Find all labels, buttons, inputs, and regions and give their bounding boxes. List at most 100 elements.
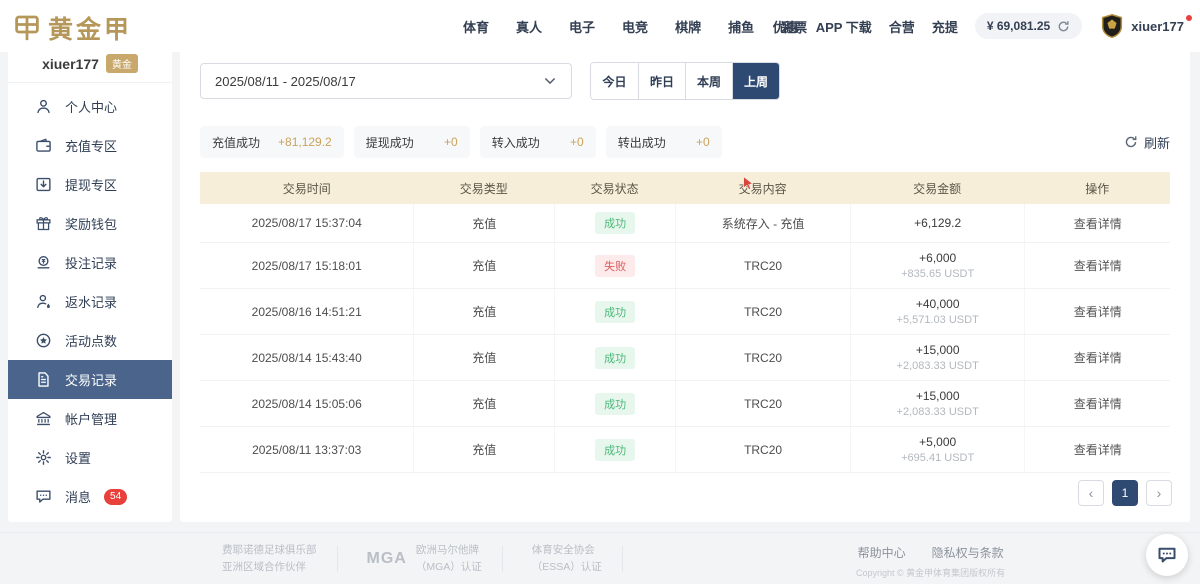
cell-status: 成功 [554,427,675,472]
cell-amount: +6,129.2 [850,204,1025,242]
header-link[interactable]: APP 下载 [816,17,872,36]
header-link[interactable]: 优惠 [773,17,799,36]
table-row: 2025/08/11 13:37:03 充值 成功 TRC20 +5,000 +… [200,427,1170,473]
sidebar-menu-item[interactable]: 设置 [8,438,172,477]
sidebar-menu-item[interactable]: 消息 54 [8,477,172,516]
sidebar-item-label: 活动点数 [65,331,117,350]
amount-main: +6,000 [919,251,956,265]
cell-time: 2025/08/17 15:37:04 [200,204,413,242]
nav-item[interactable]: 电子 [569,17,595,36]
cell-action: 查看详情 [1024,289,1170,334]
nav-item[interactable]: 捕鱼 [728,17,754,36]
sidebar-item-label: 返水记录 [65,292,117,311]
cell-time: 2025/08/11 13:37:03 [200,427,413,472]
view-details-link[interactable]: 查看详情 [1074,257,1122,274]
prev-page-button[interactable]: ‹ [1078,480,1104,506]
refresh-button[interactable]: 刷新 [1124,133,1170,152]
brand-logo[interactable]: 黄金甲 [12,10,132,46]
sidebar-menu-item[interactable]: 交易记录 [8,360,172,399]
balance-pill[interactable]: ¥ 69,081.25 [975,13,1082,39]
bank-icon [35,410,52,427]
view-details-link[interactable]: 查看详情 [1074,395,1122,412]
vip-level-badge: 黄金 [106,54,138,73]
summary-value: +0 [696,135,710,149]
nav-item[interactable]: 电竞 [622,17,648,36]
header-link[interactable]: 充提 [932,17,958,36]
partner-description: 体育安全协会 （ESSA）认证 [532,542,602,575]
points-icon [35,332,52,349]
cell-type: 充值 [413,204,554,242]
sidebar-menu-item[interactable]: 返水记录 [8,282,172,321]
amount-usdt: +695.41 USDT [901,452,974,464]
col-header-amount: 交易金额 [850,180,1025,197]
sidebar-item-label: 设置 [65,448,91,467]
next-page-button[interactable]: › [1146,480,1172,506]
sidebar-item-label: 提现专区 [65,175,117,194]
cell-status: 失败 [554,243,675,288]
cell-type: 充值 [413,427,554,472]
amount-usdt: +835.65 USDT [901,268,974,280]
current-page-button[interactable]: 1 [1112,480,1138,506]
unread-count-badge: 54 [104,489,127,505]
nav-item[interactable]: 棋牌 [675,17,701,36]
partner-item: MGA 欧洲马尔他牌 （MGA）认证 [358,542,482,575]
gear-icon [35,449,52,466]
sidebar-menu-item[interactable]: 奖励钱包 [8,204,172,243]
period-tab[interactable]: 昨日 [638,63,685,99]
sidebar-item-label: 个人中心 [65,97,117,116]
summary-label: 转出成功 [618,134,666,151]
footer-divider [337,546,338,572]
cell-amount: +15,000 +2,083.33 USDT [850,381,1025,426]
period-tab[interactable]: 本周 [685,63,732,99]
refresh-balance-icon[interactable] [1057,20,1070,33]
cell-amount: +6,000 +835.65 USDT [850,243,1025,288]
header-right: 优惠 APP 下载 合营 充提 ¥ 69,081.25 xiuer177 [773,0,1192,52]
view-details-link[interactable]: 查看详情 [1074,303,1122,320]
sidebar-item-label: 消息 [65,487,91,506]
cell-action: 查看详情 [1024,381,1170,426]
user-avatar-shield-icon [1099,13,1125,39]
header-link[interactable]: 合营 [889,17,915,36]
summary-label: 充值成功 [212,134,260,151]
period-tab[interactable]: 上周 [732,63,779,99]
status-badge: 失败 [595,255,635,277]
cell-content: TRC20 [675,381,850,426]
footer: 费耶诺德足球俱乐部 亚洲区域合作伙伴 MGA 欧洲马尔他牌 （MGA）认证 ES… [0,532,1200,584]
sidebar-menu-item[interactable]: 充值专区 [8,126,172,165]
footer-link[interactable]: 隐私权与条款 [932,544,1004,561]
cell-amount: +40,000 +5,571.03 USDT [850,289,1025,334]
amount-main: +15,000 [916,343,960,357]
partner-line2: （MGA）认证 [416,559,482,575]
view-details-link[interactable]: 查看详情 [1074,215,1122,232]
nav-item[interactable]: 真人 [516,17,542,36]
cell-content: TRC20 [675,427,850,472]
sidebar-menu-item[interactable]: 活动点数 [8,321,172,360]
cell-content: 系统存入 - 充值 [675,204,850,242]
sidebar-menu-item[interactable]: 提现专区 [8,165,172,204]
period-tab[interactable]: 今日 [591,63,638,99]
live-chat-button[interactable] [1146,534,1188,576]
header-username: xiuer177 [1131,19,1184,34]
footer-right: 帮助中心 隐私权与条款 Copyright © 黄金甲体育集团版权所有 [856,544,1005,579]
sidebar: xiuer177 黄金 个人中心 充值专区 提现专区 [8,45,172,522]
status-badge: 成功 [595,347,635,369]
user-menu[interactable]: xiuer177 [1099,13,1192,39]
view-details-link[interactable]: 查看详情 [1074,349,1122,366]
sidebar-menu-item[interactable]: 投注记录 [8,243,172,282]
top-header: 黄金甲 体育 真人 电子 电竞 棋牌 捕鱼 彩票 优惠 APP 下载 合营 充提… [0,0,1200,52]
footer-link[interactable]: 帮助中心 [858,544,906,561]
period-tabs: 今日 昨日 本周 上周 [590,62,780,100]
amount-main: +5,000 [919,435,956,449]
nav-item[interactable]: 体育 [463,17,489,36]
partner-item: 费耶诺德足球俱乐部 亚洲区域合作伙伴 [213,542,317,575]
copyright-text: Copyright © 黄金甲体育集团版权所有 [856,566,1005,579]
view-details-link[interactable]: 查看详情 [1074,441,1122,458]
cell-type: 充值 [413,381,554,426]
sidebar-menu-item[interactable]: 个人中心 [8,87,172,126]
cell-time: 2025/08/14 15:43:40 [200,335,413,380]
sidebar-menu-item[interactable]: 帐户管理 [8,399,172,438]
date-range-picker[interactable]: 2025/08/11 - 2025/08/17 [200,63,572,99]
cell-content: TRC20 [675,289,850,334]
summary-chip: 提现成功 +0 [354,126,470,158]
footer-divider [502,546,503,572]
